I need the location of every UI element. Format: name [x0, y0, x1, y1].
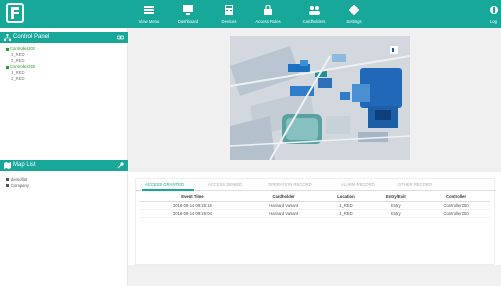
nav-label: Access Rules: [255, 19, 281, 24]
records-table: Event Time Cardholder Location Entry/Exi…: [140, 193, 490, 218]
map-list: demoflat Company: [6, 177, 29, 189]
expand-icon[interactable]: [6, 65, 9, 69]
nav-access-rules[interactable]: Access Rules: [253, 0, 283, 28]
table-cell: 1_RED: [322, 209, 370, 218]
monitor-icon: [181, 5, 195, 15]
table-row[interactable]: 2016-08-14 09:26:16 Harvard Vasant 1_RED…: [140, 201, 490, 210]
table-cell: 2016-08-14 09:26:16: [140, 201, 245, 210]
network-icon: [4, 34, 11, 41]
table-cell: Controller250: [422, 209, 490, 218]
nav-settings[interactable]: Settings: [340, 0, 368, 28]
list-icon: [142, 5, 156, 15]
table-cell: Harvard Vasant: [244, 209, 323, 218]
tab-alarm-record[interactable]: ALARM RECORD: [341, 182, 375, 187]
table-cell: Entry: [369, 209, 423, 218]
control-panel-header: Control Panel: [0, 32, 128, 43]
nav-view-menu[interactable]: View Menu: [135, 0, 163, 28]
link-icon[interactable]: [116, 34, 125, 41]
records-tab-bar: ACCESS GRANTED ACCESS DENIED OPERATION R…: [136, 179, 496, 191]
nav-label: Settings: [346, 19, 362, 24]
map-list-header: Map List: [0, 160, 128, 171]
nav-dashboard[interactable]: Dashboard: [174, 0, 202, 28]
content-background: [128, 265, 501, 286]
column-header[interactable]: Cardholder: [244, 193, 323, 202]
gear-icon: [347, 5, 361, 15]
site-floor-map[interactable]: [230, 36, 410, 160]
table-cell: Harvard Vasant: [244, 201, 323, 210]
wrench-icon[interactable]: [117, 162, 124, 169]
map-item-icon: [6, 178, 9, 182]
table-cell: 1_RED: [322, 201, 370, 210]
table-cell: 2016-08-14 09:26:04: [140, 209, 245, 218]
table-cell: Controller250: [422, 201, 490, 210]
nav-label: Dashboard: [177, 19, 199, 24]
left-sidebar: Control Panel Controller202 1_RED 2_RED …: [0, 28, 128, 286]
nav-cardholders[interactable]: Cardholders: [299, 0, 329, 28]
records-panel: ACCESS GRANTED ACCESS DENIED OPERATION R…: [135, 178, 496, 265]
expand-icon[interactable]: [6, 47, 9, 51]
control-panel-title: Control Panel: [13, 34, 50, 40]
tab-access-denied[interactable]: ACCESS DENIED: [208, 182, 242, 187]
map-item-icon: [6, 184, 9, 188]
column-header[interactable]: Event Time: [140, 193, 245, 202]
tab-access-granted[interactable]: ACCESS GRANTED: [145, 182, 184, 187]
tab-other-record[interactable]: OTHER RECORD: [398, 182, 432, 187]
top-navigation-bar: View Menu Dashboard Devices Access Rules…: [0, 0, 501, 28]
app-logo[interactable]: [6, 3, 24, 23]
logout-button[interactable]: Log: [486, 0, 501, 28]
table-header-row: Event Time Cardholder Location Entry/Exi…: [140, 193, 490, 202]
controller-tree: Controller202 1_RED 2_RED Controller250 …: [6, 46, 35, 82]
logout-icon: [489, 5, 499, 15]
active-tab-indicator: [142, 189, 194, 191]
users-icon: [307, 5, 321, 15]
map-icon: [4, 162, 11, 169]
nav-label: View Menu: [138, 19, 160, 24]
table-cell: Entry: [369, 201, 423, 210]
map-graphic: [230, 36, 410, 160]
nav-devices[interactable]: Devices: [215, 0, 243, 28]
tab-operation-record[interactable]: OPERATION RECORD: [268, 182, 312, 187]
logout-label: Log: [490, 19, 497, 24]
column-header[interactable]: Entry/Exit: [369, 193, 423, 202]
column-header[interactable]: Location: [322, 193, 370, 202]
lock-icon: [261, 5, 275, 15]
calculator-icon: [222, 5, 236, 15]
table-row[interactable]: 2016-08-14 09:26:04 Harvard Vasant 1_RED…: [140, 209, 490, 218]
nav-label: Cardholders: [302, 19, 326, 24]
tree-door[interactable]: 2_RED: [6, 76, 35, 82]
column-header[interactable]: Controller: [422, 193, 490, 202]
nav-label: Devices: [221, 19, 237, 24]
map-view-area: [128, 28, 501, 172]
map-list-item[interactable]: Company: [6, 183, 29, 189]
map-list-title: Map List: [13, 162, 36, 168]
